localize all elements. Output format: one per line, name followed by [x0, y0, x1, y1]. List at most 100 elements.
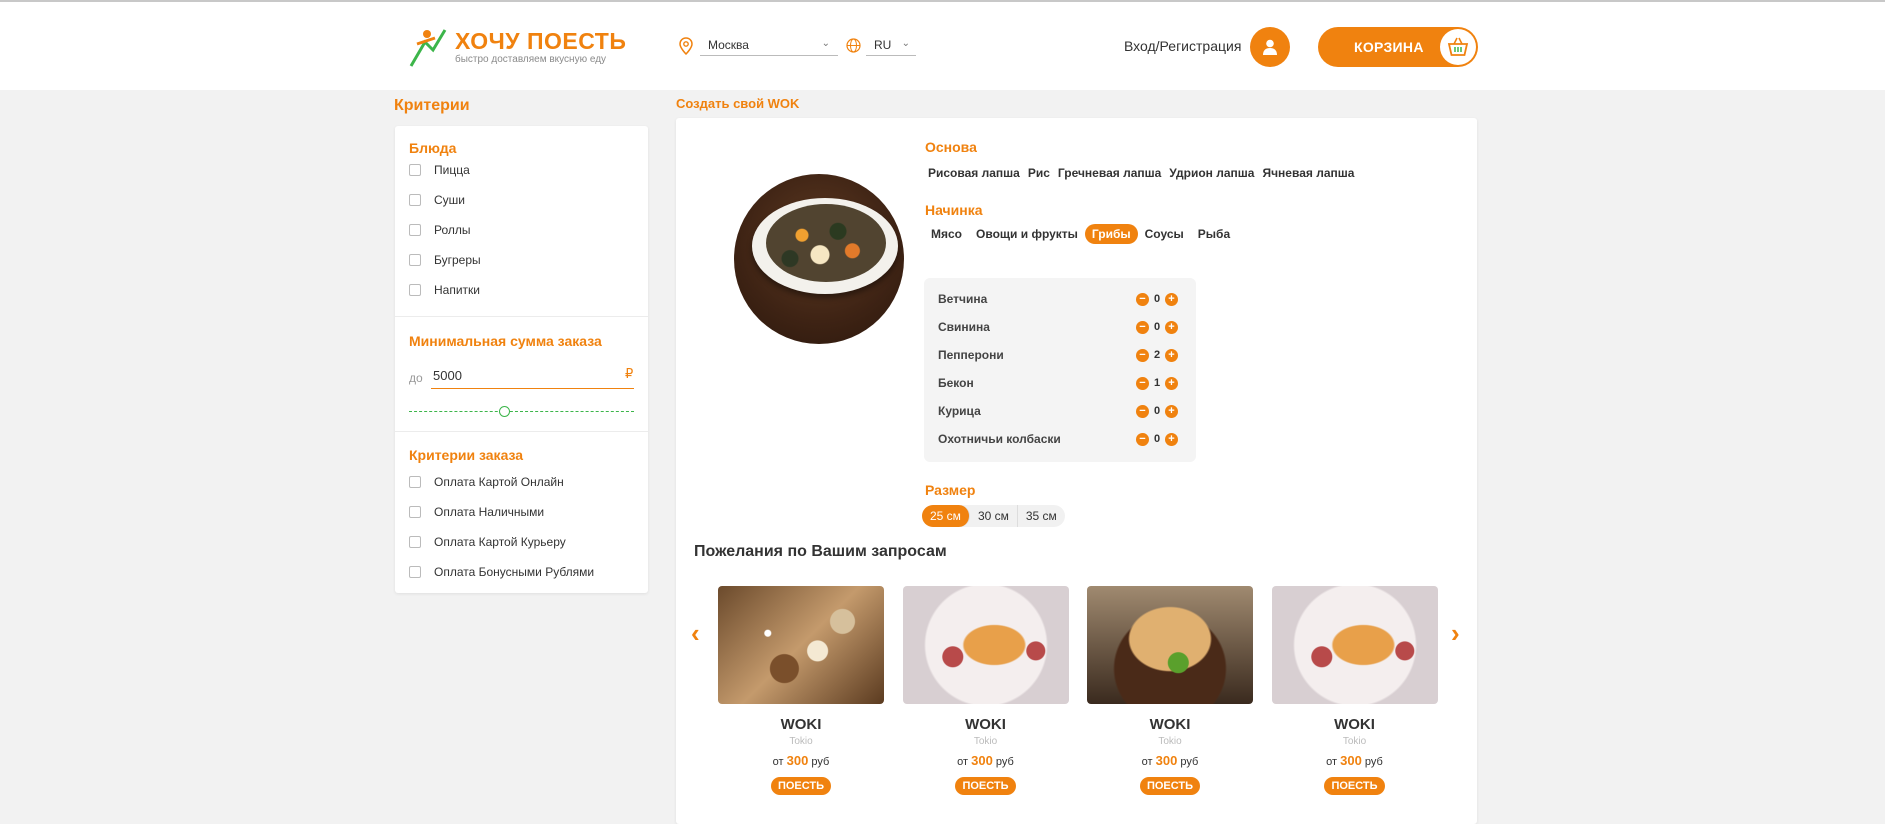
quantity-value: 0 [1153, 293, 1161, 305]
quantity-stepper[interactable]: −0 + [1136, 432, 1178, 446]
price-suffix: руб [811, 756, 830, 768]
plus-icon[interactable]: + [1165, 348, 1178, 362]
checkbox-item[interactable]: Бугреры [409, 252, 481, 268]
checkbox[interactable] [409, 506, 421, 518]
base-title: Основа [925, 139, 977, 155]
quantity-stepper[interactable]: −1 + [1136, 376, 1178, 390]
logo-title: ХОЧУ ПОЕСТЬ [455, 28, 627, 54]
min-sum-slider[interactable] [409, 411, 634, 413]
product-price: от 300 руб [1087, 753, 1253, 768]
min-sum-input[interactable]: 5000 [431, 363, 634, 389]
product-card[interactable]: WOKI Tokio от 300 руб ПОЕСТЬ [902, 586, 1069, 795]
filling-tab[interactable]: Соусы [1138, 224, 1191, 244]
checkbox-item[interactable]: Оплата Картой Курьеру [409, 534, 566, 550]
checkbox-item[interactable]: Оплата Картой Онлайн [409, 474, 564, 490]
filling-tab[interactable]: Рыба [1191, 224, 1237, 244]
product-card[interactable]: WOKI Tokio от 300 руб ПОЕСТЬ [718, 586, 884, 795]
wishes-title: Пожелания по Вашим запросам [694, 543, 947, 560]
ingredient-row: Ветчина −0 + [938, 290, 1186, 308]
quantity-value: 0 [1153, 321, 1161, 333]
order-button[interactable]: ПОЕСТЬ [1139, 777, 1201, 795]
ingredient-row: Пепперони −2 + [938, 346, 1186, 364]
minus-icon[interactable]: − [1136, 348, 1149, 362]
order-button[interactable]: ПОЕСТЬ [955, 777, 1016, 795]
quantity-stepper[interactable]: −0 + [1136, 292, 1178, 306]
plus-icon[interactable]: + [1165, 404, 1178, 418]
product-card[interactable]: WOKI Tokio от 300 руб ПОЕСТЬ [1087, 586, 1253, 795]
base-option[interactable]: Ячневая лапша [1258, 163, 1358, 183]
criteria-title: Критерии [394, 97, 470, 114]
carousel-prev-arrow-icon[interactable]: ‹ [691, 620, 700, 646]
minus-icon[interactable]: − [1136, 292, 1149, 306]
checkbox[interactable] [409, 194, 421, 206]
filling-tab[interactable]: Овощи и фрукты [969, 224, 1085, 244]
checkbox-item[interactable]: Суши [409, 192, 465, 208]
ingredient-name: Пепперони [938, 348, 1004, 362]
minus-icon[interactable]: − [1136, 376, 1149, 390]
cart-button[interactable]: КОРЗИНА [1318, 27, 1478, 67]
price-prefix: от [772, 756, 784, 768]
ingredient-row: Курица −0 + [938, 402, 1186, 420]
checkbox[interactable] [409, 536, 421, 548]
wok-builder: Основа Рисовая лапша Рис Гречневая лапша Уд… [676, 118, 1477, 824]
ingredient-row: Охотничьи колбаски −0 + [938, 430, 1186, 448]
quantity-stepper[interactable]: −0 + [1136, 320, 1178, 334]
plus-icon[interactable]: + [1165, 292, 1178, 306]
size-title: Размер [925, 482, 976, 498]
ingredient-name: Бекон [938, 376, 974, 390]
plus-icon[interactable]: + [1165, 376, 1178, 390]
base-option[interactable]: Рисовая лапша [924, 163, 1024, 183]
ingredient-name: Свинина [938, 320, 990, 334]
product-card[interactable]: WOKI Tokio от 300 руб ПОЕСТЬ [1271, 586, 1438, 795]
language-select[interactable]: RU ⌄ [866, 36, 916, 56]
checkbox-item[interactable]: Оплата Наличными [409, 504, 544, 520]
base-option[interactable]: Рис [1024, 163, 1054, 183]
plus-icon[interactable]: + [1165, 320, 1178, 334]
product-name: WOKI [780, 716, 822, 733]
product-name: WOKI [965, 716, 1006, 733]
ingredients-panel: Ветчина −0 + Свинина −0 + Пепперони −2 + Бекон −1 +… [924, 278, 1196, 462]
filling-tab[interactable]: Мясо [924, 224, 969, 244]
checkbox-item[interactable]: Напитки [409, 282, 480, 298]
base-option[interactable]: Гречневая лапша [1054, 163, 1165, 183]
minus-icon[interactable]: − [1136, 404, 1149, 418]
order-button[interactable]: ПОЕСТЬ [1324, 777, 1385, 795]
user-button[interactable] [1250, 27, 1290, 67]
logo-runner-icon [409, 29, 447, 67]
min-sum-prefix: до [409, 371, 423, 385]
login-link[interactable]: Вход/Регистрация [1124, 38, 1241, 54]
quantity-stepper[interactable]: −2 + [1136, 348, 1178, 362]
basket-icon [1440, 29, 1476, 65]
size-option[interactable]: 30 см [970, 505, 1018, 527]
slider-thumb[interactable] [498, 406, 510, 417]
minus-icon[interactable]: − [1136, 432, 1149, 446]
quantity-stepper[interactable]: −0 + [1136, 404, 1178, 418]
product-image[interactable] [718, 586, 884, 704]
checkbox[interactable] [409, 476, 421, 488]
logo[interactable]: ХОЧУ ПОЕСТЬ быстро доставляем вкусную ед… [405, 24, 626, 72]
order-button[interactable]: ПОЕСТЬ [770, 777, 832, 795]
filling-tab[interactable]: Грибы [1084, 224, 1138, 244]
product-image[interactable] [1087, 586, 1253, 704]
checkbox-item[interactable]: Оплата Бонусными Рублями [409, 564, 594, 580]
size-option[interactable]: 35 см [1018, 505, 1065, 527]
product-image[interactable] [902, 586, 1069, 704]
plus-icon[interactable]: + [1165, 432, 1178, 446]
product-image[interactable] [1271, 586, 1438, 704]
checkbox[interactable] [409, 284, 421, 296]
product-subtitle: Tokio [1158, 736, 1182, 747]
base-option[interactable]: Удрион лапша [1165, 163, 1258, 183]
checkbox[interactable] [409, 224, 421, 236]
checkbox[interactable] [409, 566, 421, 578]
product-name: WOKI [1334, 716, 1375, 733]
checkbox-item[interactable]: Роллы [409, 222, 471, 238]
city-select[interactable]: Москва ⌄ [700, 36, 838, 56]
carousel-next-arrow-icon[interactable]: › [1451, 620, 1460, 646]
minus-icon[interactable]: − [1136, 320, 1149, 334]
checkbox[interactable] [409, 164, 421, 176]
checkbox[interactable] [409, 254, 421, 266]
checkbox-item[interactable]: Пицца [409, 162, 470, 178]
globe-icon [846, 38, 861, 53]
checkbox-label: Суши [434, 193, 465, 207]
size-option[interactable]: 25 см [922, 505, 970, 527]
